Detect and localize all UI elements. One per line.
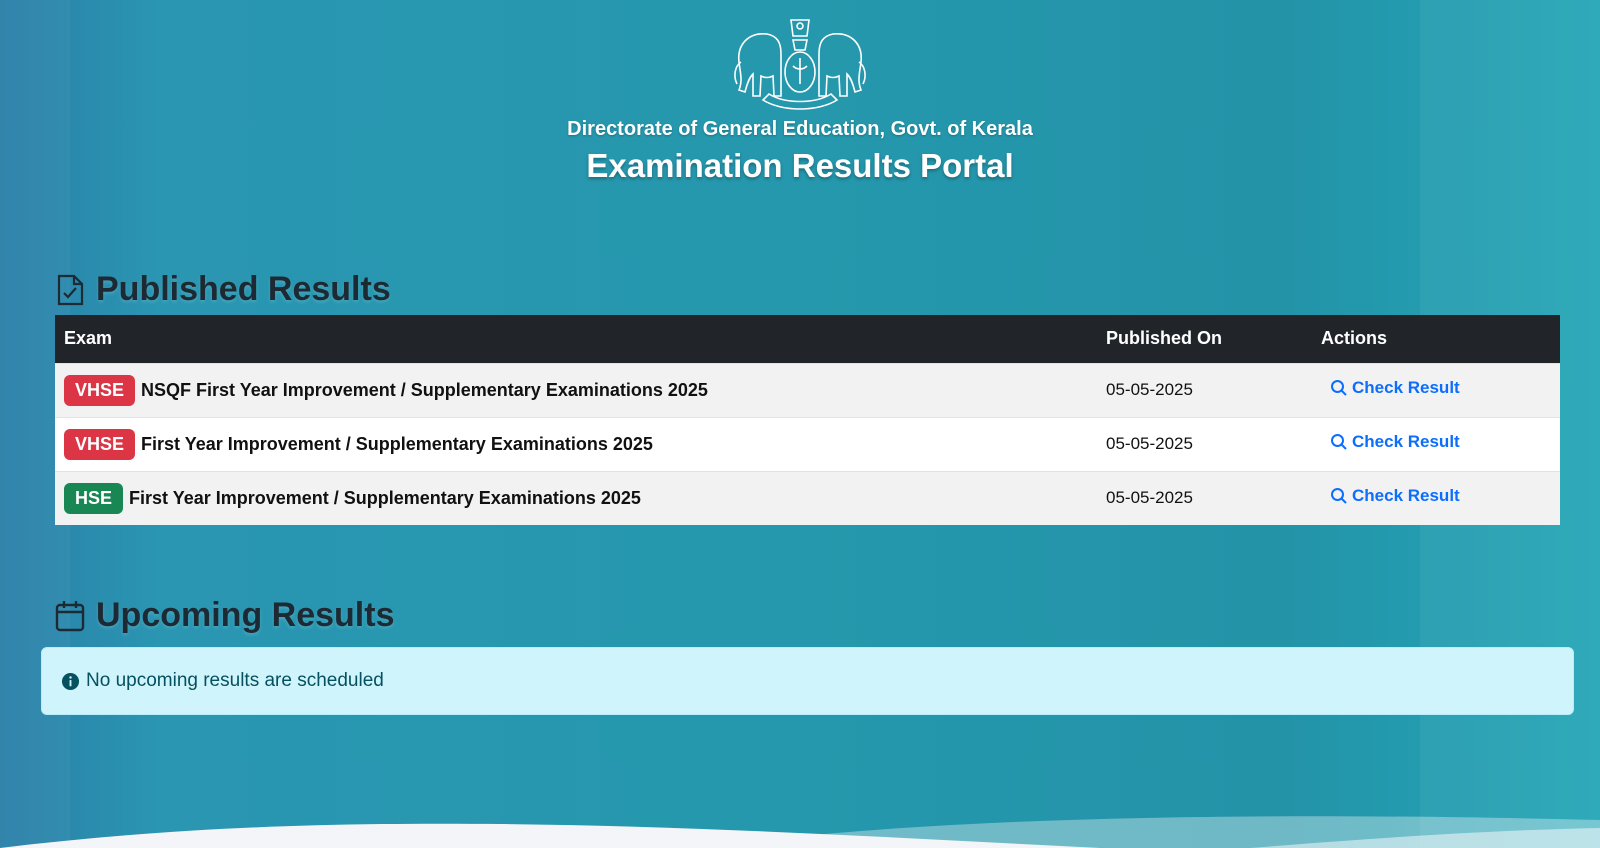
exam-badge: HSE [64,482,124,514]
portal-title: Examination Results Portal [586,147,1014,184]
check-result-link[interactable]: Check Result [1330,432,1460,452]
footer-wave [0,816,1600,848]
upcoming-results-heading: Upcoming Results [54,596,394,635]
exam-name: First Year Improvement / Supplementary E… [129,487,641,508]
published-date: 05-05-2025 [1097,362,1312,417]
exam-badge: VHSE [64,374,136,406]
file-check-icon [57,274,84,305]
exam-name: First Year Improvement / Supplementary E… [141,433,653,454]
actions-cell: Check Result [1312,470,1560,525]
table-row: VHSE First Year Improvement / Supplementa… [55,416,1560,471]
check-result-label: Check Result [1352,378,1460,397]
table-header-row: Exam Published On Actions [55,315,1560,363]
actions-cell: Check Result [1312,362,1560,417]
no-upcoming-message: No upcoming results are scheduled [86,670,384,691]
search-icon [1331,380,1347,396]
exam-cell: VHSE First Year Improvement / Supplementa… [55,416,1097,471]
check-result-label: Check Result [1352,432,1460,451]
published-date: 05-05-2025 [1097,416,1312,471]
page-header: Directorate of General Education, Govt. … [0,14,1600,185]
column-header-published-on: Published On [1097,315,1312,363]
table-row: HSE First Year Improvement / Supplementar… [55,470,1560,525]
kerala-emblem-icon [734,19,866,110]
info-icon [61,672,80,690]
search-icon [1331,488,1347,504]
check-result-link[interactable]: Check Result [1330,486,1460,506]
published-date: 05-05-2025 [1097,470,1312,525]
column-header-actions: Actions [1312,315,1560,363]
upcoming-results-title: Upcoming Results [96,596,395,634]
check-result-link[interactable]: Check Result [1330,378,1460,398]
exam-cell: VHSE NSQF First Year Improvement / Supple… [55,362,1097,417]
exam-badge: VHSE [64,428,136,460]
search-icon [1331,434,1347,450]
published-results-table: Exam Published On Actions VHSE NSQF First… [55,315,1560,525]
calendar-icon [55,600,85,631]
department-name: Directorate of General Education, Govt. … [567,118,1033,140]
no-upcoming-alert: No upcoming results are scheduled [41,647,1574,715]
column-header-exam: Exam [55,315,1097,363]
actions-cell: Check Result [1312,416,1560,471]
published-results-heading: Published Results [54,270,391,309]
exam-cell: HSE First Year Improvement / Supplementar… [55,470,1097,525]
exam-name: NSQF First Year Improvement / Supplement… [141,379,708,400]
published-results-title: Published Results [96,270,391,308]
table-row: VHSE NSQF First Year Improvement / Supple… [55,362,1560,417]
check-result-label: Check Result [1352,486,1460,506]
